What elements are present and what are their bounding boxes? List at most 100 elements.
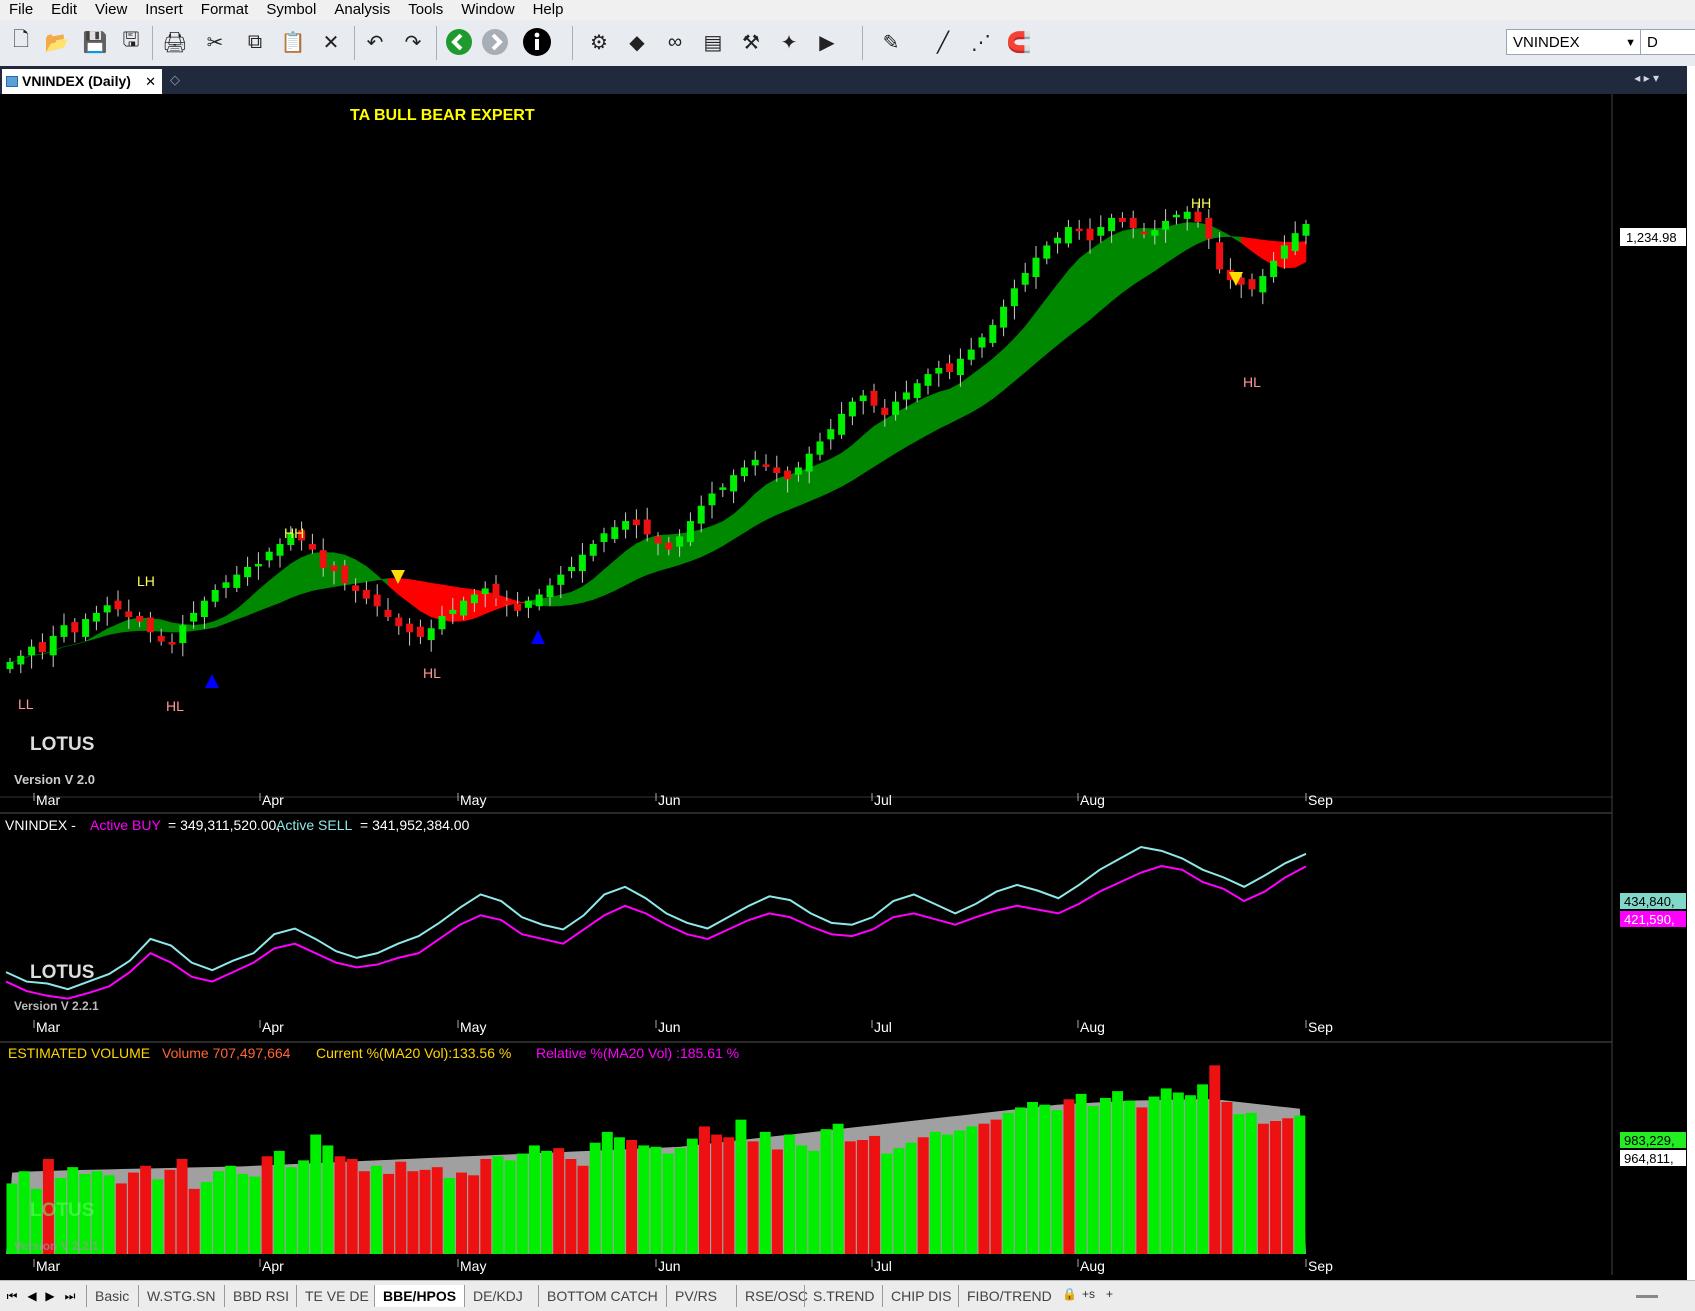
redo-icon[interactable]: ↷ [398,27,428,57]
candle-body [449,609,457,614]
document-icon[interactable]: ▤ [698,27,728,57]
volume-bar [1270,1121,1282,1254]
interval-combobox[interactable]: D [1640,29,1695,55]
lock-icon[interactable]: 🔒 [1062,1287,1077,1301]
magnet-icon[interactable]: 🧲 [1004,27,1034,57]
trend-cloud-segment [636,538,648,580]
trend-cloud-segment [430,582,443,621]
tab-vnindex-daily[interactable]: VNINDEX (Daily) ✕ [2,69,162,94]
trend-cloud-segment [1122,228,1134,293]
candle-body [6,661,14,670]
sheet-tab-chip-dis[interactable]: CHIP DIS [882,1285,959,1307]
candle-body [708,493,716,506]
menu-window[interactable]: Window [452,0,523,20]
new-tab-icon[interactable]: ◇ [170,72,180,88]
sheet-tab-s-trend[interactable]: S.TREND [804,1285,882,1307]
interval-value: D [1647,34,1658,51]
volume-bar [638,1145,650,1254]
menu-edit[interactable]: Edit [42,0,86,20]
volume-bar [1245,1112,1257,1254]
menu-insert[interactable]: Insert [136,0,192,20]
symbol-combobox[interactable]: VNINDEX ▼ [1506,29,1641,55]
chart-area[interactable]: Mar Apr May Jun Jul Aug Sep Mar Apr May Jun Jul Aug S… [0,94,1695,1280]
undo-icon[interactable]: ↶ [360,27,390,57]
volume-bar [310,1134,322,1254]
sheet-tab-w-stg-sn[interactable]: W.STG.SN [138,1285,223,1307]
save-icon[interactable]: 💾 [80,27,110,57]
volume-bar [747,1141,759,1254]
menu-analysis[interactable]: Analysis [325,0,399,20]
month-label-jun: Jun [658,1258,681,1274]
sheet-tab-basic[interactable]: Basic [86,1285,137,1307]
cut-icon[interactable]: ✂ [200,27,230,57]
volume-bar [820,1129,832,1254]
settings-icon[interactable]: ⚙ [584,27,614,57]
next-sheet-icon[interactable]: ▶ [42,1287,58,1305]
menu-view[interactable]: View [86,0,136,20]
menu-tools[interactable]: Tools [399,0,452,20]
tab-scroll-icon[interactable]: ◂ ▸ ▾ [1634,71,1659,85]
menu-format[interactable]: Format [192,0,258,20]
chevron-down-icon[interactable]: ▼ [1625,30,1636,56]
new-file-icon[interactable]: 🗋 [6,27,36,57]
chart-play-icon[interactable]: ▶ [812,27,842,57]
menu-help[interactable]: Help [524,0,573,20]
volume-bar [322,1145,334,1254]
menu-file[interactable]: File [0,0,42,20]
sheet-tab-de-kdj[interactable]: DE/KDJ [464,1285,531,1307]
hammer-icon[interactable]: ⚒ [736,27,766,57]
first-sheet-icon[interactable]: ⏮ [4,1287,20,1305]
forward-icon[interactable] [480,27,510,57]
highlighter-icon[interactable]: ✎ [876,27,906,57]
candle-body [1064,227,1072,244]
candle-body [1118,217,1126,222]
volume-bar [1027,1102,1039,1254]
sheet-tab-fibo-trend[interactable]: FIBO/TREND [958,1285,1060,1307]
candle-body [1194,211,1202,222]
back-icon[interactable] [444,27,474,57]
volume-bar [516,1153,528,1254]
trend-cloud-segment [884,412,896,461]
candle-body [762,464,770,467]
wand-icon[interactable]: ✦ [774,27,804,57]
candle-body [557,574,565,585]
sheet-tab-bottom-catch[interactable]: BOTTOM CATCH [538,1285,666,1307]
sheet-menu-icon[interactable]: + [1106,1287,1113,1301]
close-icon[interactable]: ✕ [145,69,156,94]
volume-bar [1209,1065,1221,1254]
sheet-tab-te-ve-de[interactable]: TE VE DE [296,1285,377,1307]
volume-bar [759,1131,771,1254]
sheet-tab-pv-rs[interactable]: PV/RS [666,1285,725,1307]
sheet-tab-bbe-hpos[interactable]: BBE/HPOS [374,1285,465,1307]
dotted-line-icon[interactable]: ⋰ [966,27,996,57]
volume-bar [1160,1088,1172,1254]
indicator-icon[interactable]: ◆ [622,27,652,57]
volume-bar [1087,1106,1099,1254]
chart-canvas[interactable]: Mar Apr May Jun Jul Aug Sep Mar Apr May Jun Jul Aug S… [0,94,1695,1280]
last-sheet-icon[interactable]: ⏭ [62,1287,78,1305]
print-icon[interactable]: 🖨 [160,27,190,57]
scroll-grip-icon[interactable] [1636,1295,1658,1298]
copy-icon[interactable]: ⧉ [240,27,270,57]
candle-body [200,600,208,617]
open-folder-icon[interactable]: 📂 [42,27,72,57]
candle-body [438,616,446,630]
sell-axis-label: 434,840, [1624,894,1675,909]
line-tool-icon[interactable]: ╱ [928,27,958,57]
month-label-may: May [460,1258,486,1274]
swing-label-hh: HH [1191,195,1211,211]
trend-cloud-segment [1240,236,1253,252]
info-icon[interactable] [522,27,552,57]
delete-icon[interactable]: ✕ [316,27,346,57]
add-sheet-icon[interactable]: +s [1082,1287,1095,1301]
candle-body [146,617,154,633]
candle-body [859,395,867,402]
save-all-icon[interactable]: 🖫 [116,27,146,57]
menu-symbol[interactable]: Symbol [257,0,325,20]
trend-cloud-segment [927,391,940,435]
binoculars-icon[interactable]: ∞ [660,27,690,57]
paste-icon[interactable]: 📋 [278,27,308,57]
sheet-tab-bbd-rsi[interactable]: BBD RSI [224,1285,297,1307]
prev-sheet-icon[interactable]: ◀ [24,1287,40,1305]
tab-label: VNINDEX (Daily) [22,73,131,89]
